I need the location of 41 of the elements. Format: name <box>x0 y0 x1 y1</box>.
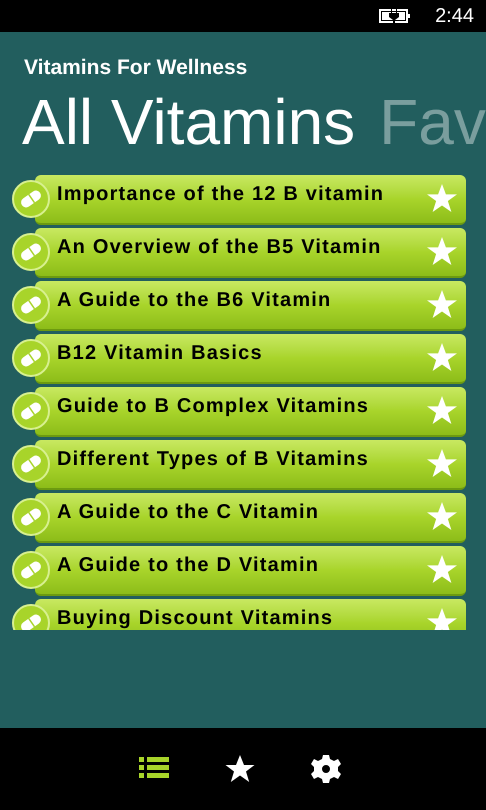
app-title: Vitamins For Wellness <box>24 55 248 81</box>
star-icon[interactable] <box>426 554 458 584</box>
battery-charging-icon <box>379 8 412 24</box>
item-title: A Guide to the C Vitamin <box>57 502 320 522</box>
star-icon[interactable] <box>426 342 458 372</box>
star-icon[interactable] <box>426 448 458 478</box>
pill-icon <box>12 444 50 482</box>
pill-icon <box>12 392 50 430</box>
star-icon[interactable] <box>225 755 255 783</box>
pill-icon <box>12 232 50 270</box>
pill-icon <box>12 286 50 324</box>
star-icon[interactable] <box>426 290 458 320</box>
item-title: A Guide to the D Vitamin <box>57 554 320 574</box>
item-title: Importance of the 12 B vitamin <box>57 184 384 204</box>
list-item[interactable]: Buying Discount Vitamins <box>35 598 466 630</box>
pill-icon <box>12 180 50 218</box>
list-item[interactable]: A Guide to the C Vitamin <box>35 492 466 542</box>
pivot-header[interactable]: All Vitamins <box>22 90 356 154</box>
list-item[interactable]: A Guide to the B6 Vitamin <box>35 280 466 330</box>
star-icon[interactable] <box>426 184 458 214</box>
list-item[interactable]: Importance of the 12 B vitamin <box>35 174 466 224</box>
clock-time: 2:44 <box>435 4 474 29</box>
item-title: An Overview of the B5 Vitamin <box>57 236 382 256</box>
item-title: Guide to B Complex Vitamins <box>57 396 370 416</box>
list-item[interactable]: Guide to B Complex Vitamins <box>35 386 466 436</box>
pill-icon <box>12 338 50 376</box>
star-icon[interactable] <box>426 502 458 532</box>
pill-icon <box>12 550 50 588</box>
list-item[interactable]: Different Types of B Vitamins <box>35 440 466 490</box>
pill-icon <box>12 498 50 536</box>
star-icon[interactable] <box>426 608 458 630</box>
item-title: A Guide to the B6 Vitamin <box>57 290 332 310</box>
list-item[interactable]: An Overview of the B5 Vitamin <box>35 228 466 278</box>
item-title: Different Types of B Vitamins <box>57 448 369 468</box>
item-title: Buying Discount Vitamins <box>57 608 334 628</box>
list-item[interactable]: B12 Vitamin Basics <box>35 334 466 384</box>
item-title: B12 Vitamin Basics <box>57 342 263 362</box>
star-icon[interactable] <box>426 396 458 426</box>
settings-icon[interactable] <box>311 755 341 783</box>
star-icon[interactable] <box>426 236 458 266</box>
list-item[interactable]: A Guide to the D Vitamin <box>35 546 466 596</box>
